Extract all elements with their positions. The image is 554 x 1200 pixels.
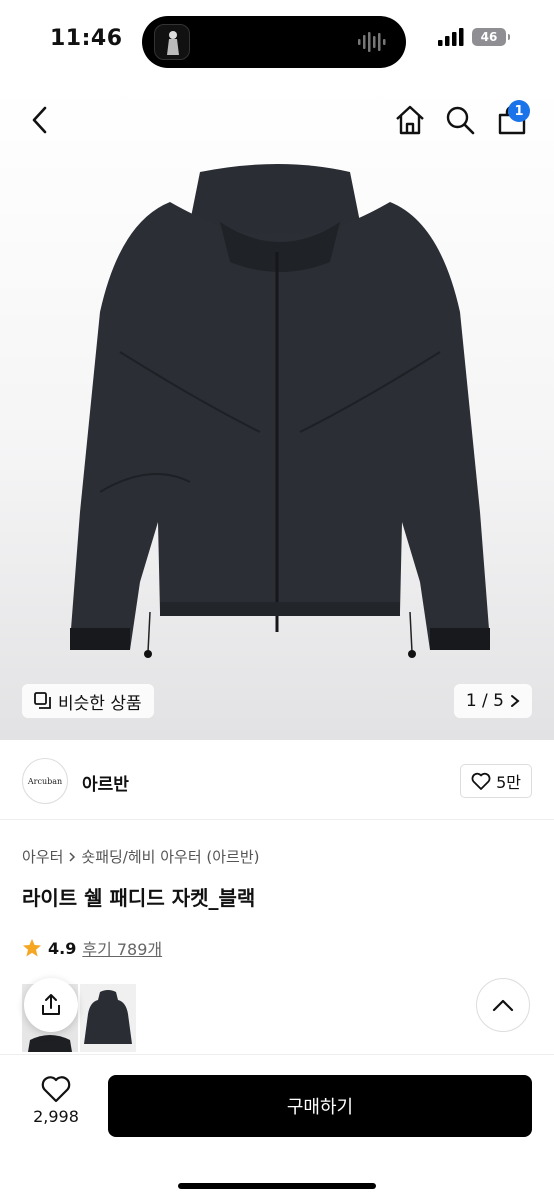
rating: 4.9 후기 789개 <box>22 936 162 960</box>
now-playing-artwork <box>154 24 190 60</box>
brand-like-button[interactable]: 5만 <box>460 764 532 798</box>
dynamic-island <box>142 16 406 68</box>
status-bar: 11:46 46 <box>0 0 554 84</box>
bottom-bar: 2,998 구매하기 <box>0 1054 554 1200</box>
scroll-top-button[interactable] <box>476 978 530 1032</box>
copy-icon <box>34 692 51 709</box>
similar-products-button[interactable]: 비슷한 상품 <box>22 684 154 718</box>
search-icon <box>446 106 475 135</box>
star-icon <box>23 939 41 957</box>
home-button[interactable] <box>392 102 428 138</box>
status-time: 11:46 <box>50 26 123 51</box>
thumbnail-2[interactable] <box>80 984 136 1052</box>
chevron-up-icon <box>492 999 514 1012</box>
audio-wave-icon <box>358 32 386 52</box>
brand-like-count: 5만 <box>496 773 521 792</box>
page-indicator-text: 1 / 5 <box>465 691 504 711</box>
breadcrumb-item[interactable]: 아우터 <box>22 846 63 867</box>
share-icon <box>42 994 60 1015</box>
heart-icon <box>41 1076 71 1103</box>
home-icon <box>396 105 424 135</box>
reviews-link[interactable]: 후기 789개 <box>82 936 162 960</box>
breadcrumb: 아우터 숏패딩/헤비 아우터 (아르반) <box>22 846 260 867</box>
back-icon <box>32 106 47 134</box>
battery-icon: 46 <box>472 28 510 46</box>
search-button[interactable] <box>442 102 478 138</box>
home-indicator <box>178 1183 376 1189</box>
status-right: 46 <box>438 28 510 46</box>
image-page-indicator[interactable]: 1 / 5 <box>453 684 532 718</box>
brand-logo: Arcuban <box>22 758 68 804</box>
signal-icon <box>438 28 464 46</box>
share-button[interactable] <box>24 978 78 1032</box>
brand-name[interactable]: 아르반 <box>82 770 129 795</box>
product-title: 라이트 쉘 패디드 자켓_블랙 <box>22 886 256 910</box>
chevron-right-icon <box>69 851 76 862</box>
brand-row[interactable]: Arcuban 아르반 5만 <box>0 740 554 820</box>
wishlist-count: 2,998 <box>33 1107 79 1126</box>
similar-products-label: 비슷한 상품 <box>58 693 142 714</box>
back-button[interactable] <box>22 102 58 138</box>
product-image <box>70 164 490 658</box>
cart-badge: 1 <box>508 100 530 122</box>
thumbnail-image <box>84 990 132 1044</box>
product-image-gallery[interactable]: 1 비슷한 상품 1 / 5 <box>0 84 554 740</box>
buy-button[interactable]: 구매하기 <box>108 1075 532 1137</box>
rating-value: 4.9 <box>48 938 77 958</box>
chevron-right-icon <box>511 695 520 707</box>
heart-icon <box>471 772 491 790</box>
wishlist-button[interactable]: 2,998 <box>22 1075 90 1126</box>
breadcrumb-item[interactable]: 숏패딩/헤비 아우터 (아르반) <box>81 846 259 867</box>
